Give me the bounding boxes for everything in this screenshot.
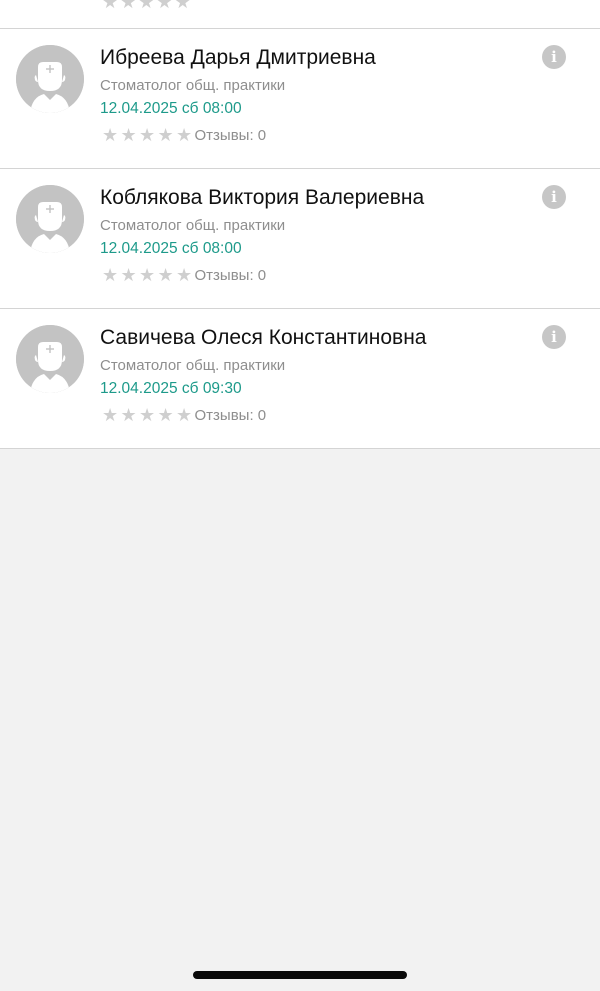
doctor-name: Коблякова Виктория Валериевна bbox=[100, 186, 425, 209]
star-icon: ★ bbox=[102, 125, 119, 145]
star-icon: ★ bbox=[102, 405, 119, 425]
doctor-specialty: Стоматолог общ. практики bbox=[100, 77, 286, 94]
doctor-name: Савичева Олеся Константиновна bbox=[100, 326, 427, 349]
star-icon: ★ bbox=[120, 125, 137, 145]
doctor-list-item[interactable]: Коблякова Виктория Валериевна Стоматолог… bbox=[0, 169, 600, 309]
doctor-name: Ибреева Дарья Дмитриевна bbox=[100, 46, 376, 69]
star-icon: ★ bbox=[102, 265, 119, 285]
reviews-count[interactable]: Отзывы: 0 bbox=[195, 127, 267, 144]
star-icon: ★ bbox=[139, 125, 156, 145]
star-icon: ★ bbox=[120, 405, 137, 425]
reviews-count[interactable]: Отзывы: 0 bbox=[195, 267, 267, 284]
doctor-list: ★★★★★ Ибреева Дарья Дмитриевна Стоматоло… bbox=[0, 0, 600, 449]
doctor-list-item[interactable]: Ибреева Дарья Дмитриевна Стоматолог общ.… bbox=[0, 29, 600, 169]
doctor-specialty: Стоматолог общ. практики bbox=[100, 217, 286, 234]
partial-list-item: ★★★★★ bbox=[0, 0, 600, 29]
star-icon: ★ bbox=[157, 125, 174, 145]
appointment-slot[interactable]: 12.04.2025 сб 08:00 bbox=[100, 240, 242, 258]
info-icon[interactable]: i bbox=[542, 45, 566, 69]
star-icon: ★ bbox=[120, 265, 137, 285]
reviews-count[interactable]: Отзывы: 0 bbox=[195, 407, 267, 424]
appointment-slot[interactable]: 12.04.2025 сб 09:30 bbox=[100, 380, 242, 398]
star-icon: ★ bbox=[176, 405, 193, 425]
star-icon: ★ bbox=[176, 265, 193, 285]
info-icon[interactable]: i bbox=[542, 185, 566, 209]
star-icon: ★ bbox=[157, 405, 174, 425]
star-rating: ★ ★ ★ ★ ★ Отзывы: 0 bbox=[102, 404, 266, 426]
partial-star-rating: ★★★★★ bbox=[102, 0, 193, 12]
doctor-avatar-icon bbox=[16, 185, 84, 253]
doctor-list-item[interactable]: Савичева Олеся Константиновна Стоматолог… bbox=[0, 309, 600, 449]
star-rating: ★ ★ ★ ★ ★ Отзывы: 0 bbox=[102, 264, 266, 286]
star-icon: ★ bbox=[139, 265, 156, 285]
doctor-avatar-icon bbox=[16, 45, 84, 113]
appointment-slot[interactable]: 12.04.2025 сб 08:00 bbox=[100, 100, 242, 118]
star-rating: ★ ★ ★ ★ ★ Отзывы: 0 bbox=[102, 124, 266, 146]
doctor-specialty: Стоматолог общ. практики bbox=[100, 357, 286, 374]
doctor-avatar-icon bbox=[16, 325, 84, 393]
star-icon: ★ bbox=[176, 125, 193, 145]
star-icon: ★ bbox=[157, 265, 174, 285]
home-indicator[interactable] bbox=[193, 971, 407, 979]
star-icon: ★ bbox=[139, 405, 156, 425]
info-icon[interactable]: i bbox=[542, 325, 566, 349]
